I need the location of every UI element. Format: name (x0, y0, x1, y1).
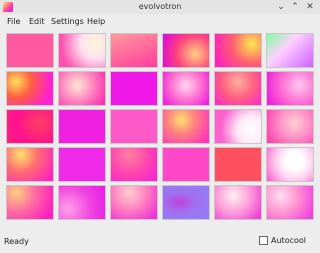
image-tile[interactable] (6, 33, 54, 68)
title-bar: evolvotron ⌄ ⌃ ✕ (0, 0, 320, 14)
menu-help[interactable]: Help (87, 17, 105, 26)
maximize-icon[interactable]: ⌃ (289, 1, 301, 13)
image-tile[interactable] (214, 147, 262, 182)
image-tile[interactable] (162, 33, 210, 68)
close-icon[interactable]: ✕ (304, 1, 316, 13)
image-tile[interactable] (214, 71, 262, 106)
menu-file[interactable]: File (7, 17, 20, 26)
image-tile[interactable] (6, 71, 54, 106)
menu-bar: File Edit Settings Help (0, 14, 320, 29)
autocool-toggle[interactable]: Autocool (259, 236, 306, 245)
image-tile[interactable] (6, 147, 54, 182)
image-tile[interactable] (58, 147, 106, 182)
image-tile[interactable] (266, 185, 314, 220)
image-tile[interactable] (162, 109, 210, 144)
autocool-label: Autocool (271, 236, 306, 245)
image-tile[interactable] (110, 33, 158, 68)
image-tile[interactable] (266, 33, 314, 68)
image-tile[interactable] (266, 109, 314, 144)
image-tile[interactable] (214, 185, 262, 220)
image-tile[interactable] (6, 109, 54, 144)
image-tile[interactable] (110, 185, 158, 220)
image-tile[interactable] (58, 109, 106, 144)
image-tile[interactable] (214, 109, 262, 144)
autocool-checkbox[interactable] (259, 236, 269, 245)
image-tile[interactable] (266, 147, 314, 182)
image-tile[interactable] (110, 147, 158, 182)
image-tile[interactable] (162, 185, 210, 220)
minimize-icon[interactable]: ⌄ (275, 1, 287, 13)
image-tile[interactable] (110, 71, 158, 106)
window-title: evolvotron (138, 2, 182, 11)
menu-settings[interactable]: Settings (51, 17, 84, 26)
menu-edit[interactable]: Edit (29, 17, 45, 26)
image-tile[interactable] (58, 33, 106, 68)
image-tile[interactable] (162, 147, 210, 182)
image-tile[interactable] (58, 185, 106, 220)
image-tile[interactable] (110, 109, 158, 144)
status-text: Ready (4, 237, 29, 246)
image-tile[interactable] (58, 71, 106, 106)
image-tile[interactable] (162, 71, 210, 106)
image-tile[interactable] (214, 33, 262, 68)
image-tile[interactable] (6, 185, 54, 220)
image-tile[interactable] (266, 71, 314, 106)
